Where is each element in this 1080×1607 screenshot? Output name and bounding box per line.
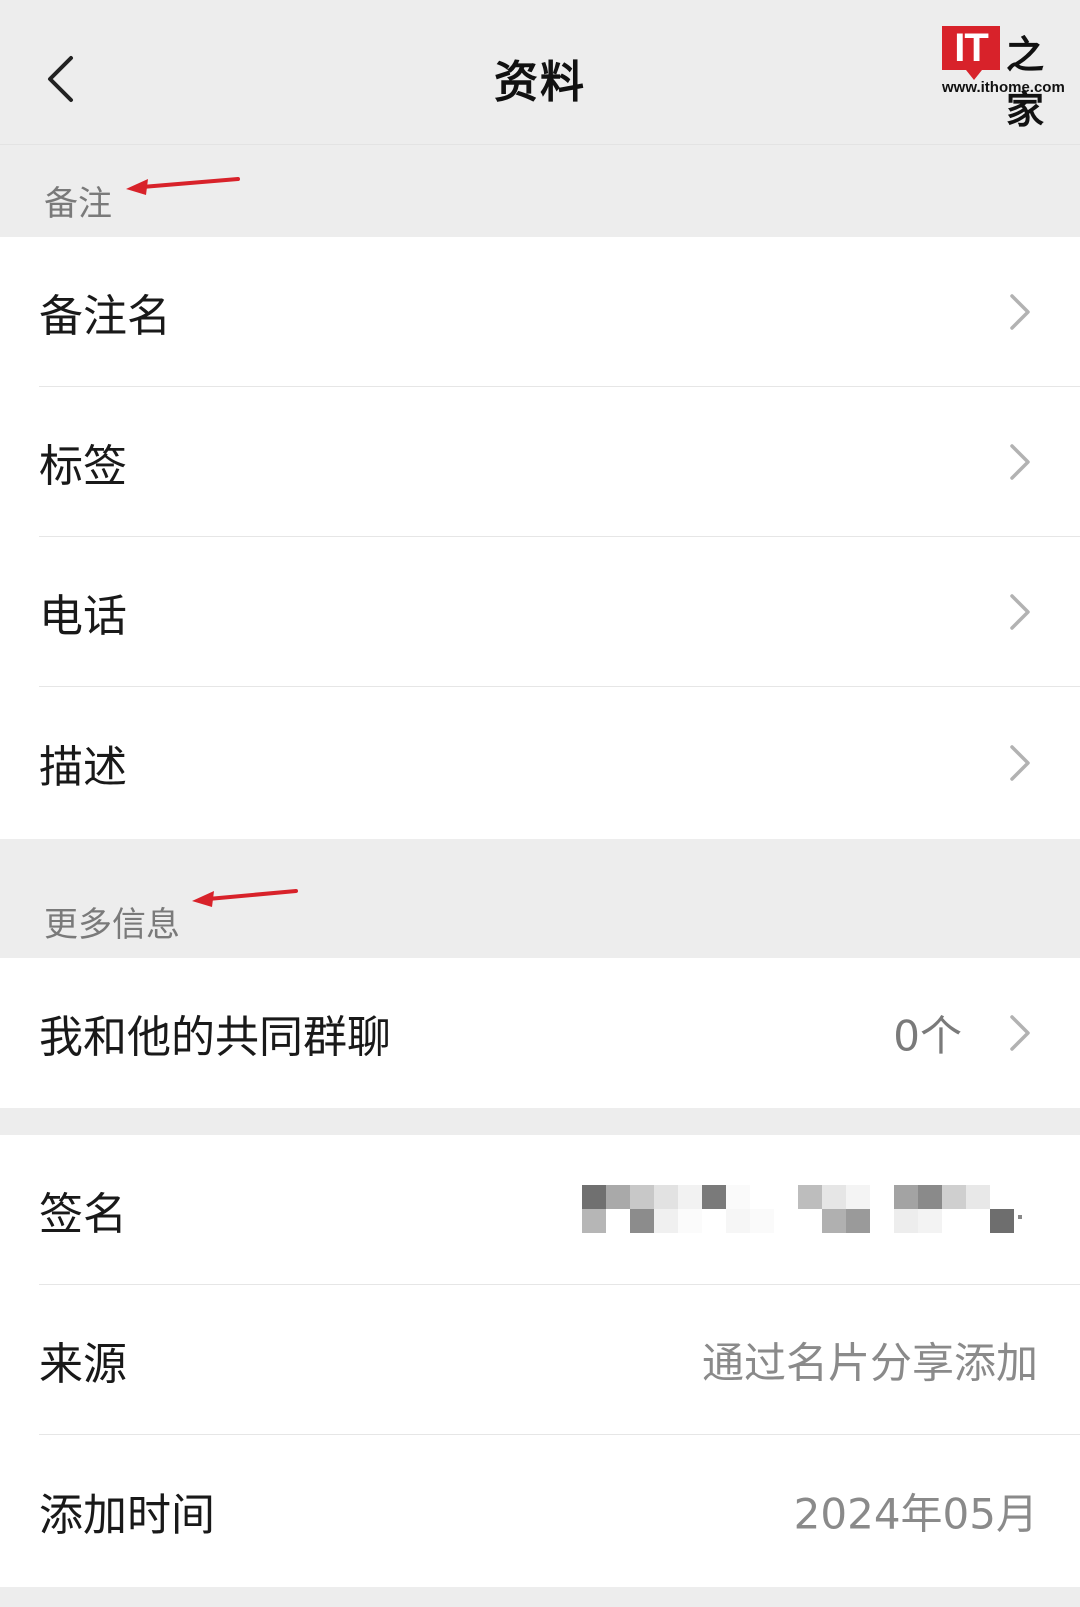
source-value-text: 通过名片分享添加 xyxy=(701,1338,1038,1388)
section-header-notes: 备注 xyxy=(0,145,1080,237)
row-added-time[interactable]: 添加时间 2024年05月 xyxy=(0,1435,1080,1587)
chevron-right-icon xyxy=(1010,594,1030,630)
chevron-right-icon xyxy=(1010,745,1030,781)
row-label: 备注名 xyxy=(39,291,171,342)
row-label: 来源 xyxy=(39,1339,127,1390)
row-label: 我和他的共同群聊 xyxy=(39,1012,391,1063)
row-phone[interactable]: 电话 xyxy=(0,537,1080,687)
section-label-notes: 备注 xyxy=(44,184,112,224)
added-time-value: 2024年05月 xyxy=(793,1489,1038,1539)
chevron-right-icon xyxy=(1010,294,1030,330)
chevron-right-icon xyxy=(1010,444,1030,480)
row-signature[interactable]: 签名 xyxy=(0,1135,1080,1285)
page-title: 资料 xyxy=(494,57,586,108)
common-groups-count: 0个 xyxy=(893,1011,962,1061)
red-arrow-icon xyxy=(192,889,298,907)
row-label: 描述 xyxy=(39,742,127,793)
section-label-more-info: 更多信息 xyxy=(44,905,180,945)
row-label: 签名 xyxy=(39,1189,127,1240)
signature-pixelated xyxy=(582,1185,1032,1235)
red-arrow-icon xyxy=(126,177,240,195)
logo-url: www.ithome.com xyxy=(942,79,1065,96)
info-group: 签名 来源 通过名片分享添加 添加时间 2024年05月 xyxy=(0,1135,1080,1587)
chevron-right-icon xyxy=(1010,1015,1030,1051)
row-remark-name[interactable]: 备注名 xyxy=(0,237,1080,387)
row-label: 电话 xyxy=(39,591,127,642)
top-bar: 资料 IT 之家 www.ithome.com xyxy=(0,0,1080,145)
row-label: 添加时间 xyxy=(39,1490,215,1541)
row-source[interactable]: 来源 2024年05月 通过名片分享添加 xyxy=(0,1285,1080,1435)
row-description[interactable]: 描述 xyxy=(0,687,1080,839)
common-groups-group: 我和他的共同群聊 0个 xyxy=(0,958,1080,1108)
notes-group: 备注名 标签 电话 描述 xyxy=(0,237,1080,839)
row-common-groups[interactable]: 我和他的共同群聊 0个 xyxy=(0,958,1080,1108)
ithome-logo: IT 之家 www.ithome.com xyxy=(942,26,1065,132)
row-label: 标签 xyxy=(39,441,127,492)
section-header-more-info: 更多信息 xyxy=(0,841,1080,958)
row-tags[interactable]: 标签 xyxy=(0,387,1080,537)
